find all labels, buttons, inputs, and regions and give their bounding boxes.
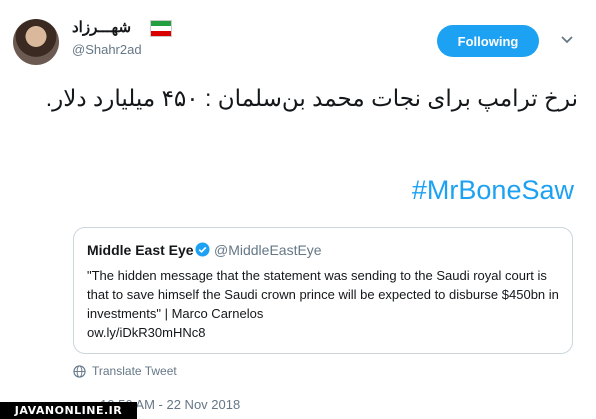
quoted-tweet-card[interactable]: Middle East Eye @MiddleEastEye "The hidd… — [73, 227, 573, 354]
iran-flag-icon — [150, 20, 172, 37]
chevron-down-icon[interactable] — [560, 32, 574, 46]
author-display-name[interactable]: شهـــرزاد — [72, 18, 131, 36]
globe-icon — [73, 364, 86, 378]
quoted-tweet-link[interactable]: ow.ly/iDkR30mHNc8 — [87, 325, 205, 340]
hashtag-link[interactable]: #MrBoneSaw — [300, 175, 574, 206]
following-button[interactable]: Following — [437, 25, 539, 57]
quoted-author-name: Middle East Eye — [87, 242, 194, 258]
author-handle[interactable]: @Shahr2ad — [72, 42, 142, 57]
translate-tweet-link[interactable]: Translate Tweet — [73, 364, 177, 378]
verified-icon — [195, 242, 210, 257]
quoted-tweet-text: "The hidden message that the statement w… — [87, 266, 567, 342]
quoted-tweet-body: "The hidden message that the statement w… — [87, 268, 559, 321]
avatar[interactable] — [13, 19, 59, 65]
site-watermark: JAVANONLINE.IR — [0, 402, 137, 419]
translate-label: Translate Tweet — [92, 364, 177, 378]
quoted-author-handle: @MiddleEastEye — [214, 242, 322, 258]
tweet-text: نرخ ترامپ برای نجات محمد بن‌سلمان : ۴۵۰ … — [45, 85, 578, 111]
